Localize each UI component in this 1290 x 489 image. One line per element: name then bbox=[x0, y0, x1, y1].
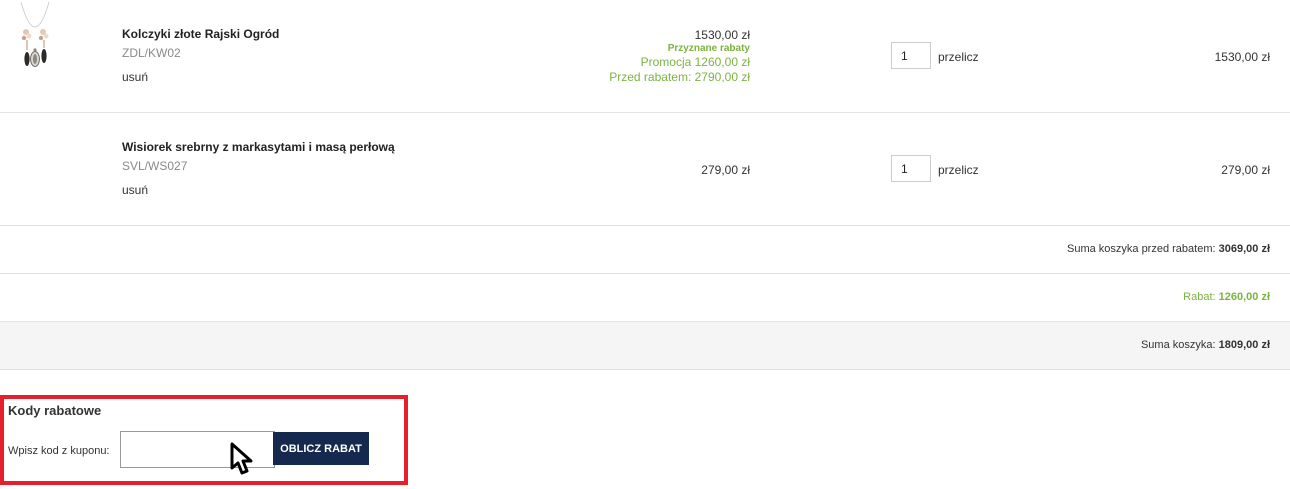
coupon-section: Kody rabatowe Wpisz kod z kuponu: OBLICZ… bbox=[0, 395, 408, 485]
cart-row-2: Wisiorek srebrny z markasytami i masą pe… bbox=[0, 113, 1290, 226]
line-total: 279,00 zł bbox=[1221, 163, 1270, 177]
promo-line: Promocja 1260,00 zł bbox=[640, 55, 750, 69]
mouse-pointer-icon bbox=[230, 442, 253, 475]
summary-total: Suma koszyka: 1809,00 zł bbox=[1141, 339, 1270, 351]
summary-discount-row: Rabat: 1260,00 zł bbox=[0, 274, 1290, 322]
summary-before-discount-row: Suma koszyka przed rabatem: 3069,00 zł bbox=[0, 226, 1290, 274]
summary-discount: Rabat: 1260,00 zł bbox=[1183, 291, 1270, 303]
line-total: 1530,00 zł bbox=[1214, 50, 1270, 64]
summary-before-discount-label: Suma koszyka przed rabatem: bbox=[1066, 243, 1216, 255]
recalculate-link[interactable]: przelicz bbox=[938, 50, 979, 64]
coupon-label: Wpisz kod z kuponu: bbox=[8, 445, 110, 457]
product-sku: ZDL/KW02 bbox=[122, 46, 181, 60]
remove-link[interactable]: usuń bbox=[122, 70, 148, 84]
before-discount-line: Przed rabatem: 2790,00 zł bbox=[609, 70, 750, 84]
summary-discount-value: 1260,00 zł bbox=[1218, 291, 1270, 303]
quantity-input[interactable] bbox=[891, 155, 931, 182]
remove-link[interactable]: usuń bbox=[122, 183, 148, 197]
coupon-title: Kody rabatowe bbox=[8, 403, 102, 418]
unit-price: 279,00 zł bbox=[701, 163, 750, 177]
summary-before-discount: Suma koszyka przed rabatem: 3069,00 zł bbox=[1067, 243, 1270, 255]
recalculate-link[interactable]: przelicz bbox=[938, 163, 979, 177]
calculate-discount-button[interactable]: OBLICZ RABAT bbox=[273, 432, 369, 465]
summary-total-value: 1809,00 zł bbox=[1218, 339, 1270, 351]
summary-total-label: Suma koszyka: bbox=[1140, 339, 1216, 351]
summary-total-row: Suma koszyka: 1809,00 zł bbox=[0, 322, 1290, 370]
unit-price: 1530,00 zł bbox=[694, 28, 750, 42]
summary-discount-label: Rabat: bbox=[1183, 291, 1216, 303]
pendant-product-image[interactable] bbox=[18, 0, 52, 74]
product-sku: SVL/WS027 bbox=[122, 159, 188, 173]
quantity-input[interactable] bbox=[891, 42, 931, 69]
product-name[interactable]: Wisiorek srebrny z markasytami i masą pe… bbox=[122, 140, 395, 154]
cart-row-1: Kolczyki złote Rajski Ogród ZDL/KW02 usu… bbox=[0, 0, 1290, 113]
discounts-title: Przyznane rabaty bbox=[667, 43, 750, 54]
summary-before-discount-value: 3069,00 zł bbox=[1218, 243, 1270, 255]
product-name[interactable]: Kolczyki złote Rajski Ogród bbox=[122, 27, 279, 41]
